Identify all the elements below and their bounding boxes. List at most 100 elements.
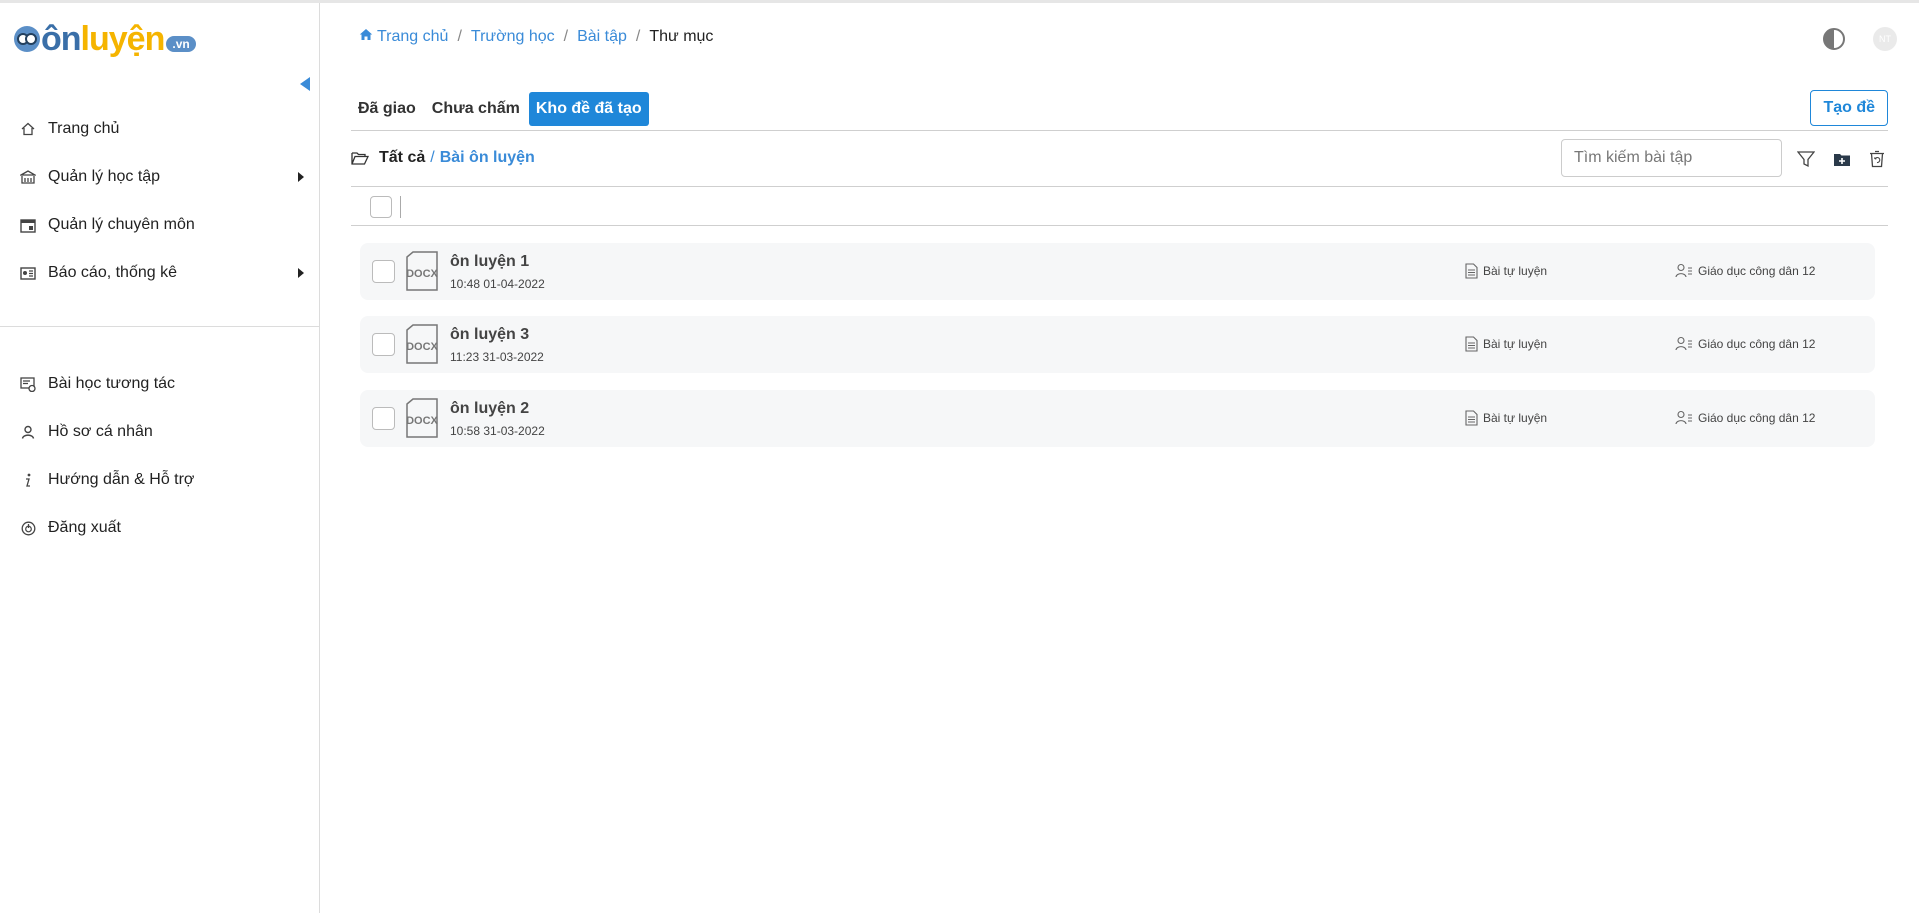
breadcrumb: Trang chủ / Trường học / Bài tập / Thư m… xyxy=(359,28,713,46)
exam-type-label: Bài tự luyện xyxy=(1483,411,1548,425)
folder-separator: / xyxy=(430,149,435,166)
folder-path: Tất cả / Bài ôn luyện xyxy=(351,149,535,167)
folder-current: Bài ôn luyện xyxy=(439,149,535,166)
docx-file-icon: DOCX xyxy=(405,251,439,291)
logo-text-on: ôn xyxy=(41,20,82,58)
document-icon xyxy=(1465,410,1478,426)
tabs-divider xyxy=(351,130,1888,131)
row-checkbox[interactable] xyxy=(372,260,395,283)
svg-text:DOCX: DOCX xyxy=(406,341,438,353)
sidebar-collapse-button[interactable] xyxy=(300,77,310,91)
sidebar-divider xyxy=(0,326,320,327)
create-exam-button[interactable]: Tạo đề xyxy=(1810,90,1888,126)
home-icon xyxy=(359,28,373,41)
sidebar-item-label: Báo cáo, thống kê xyxy=(48,264,177,281)
docx-file-icon: DOCX xyxy=(405,324,439,364)
logo-text-vn: .vn xyxy=(166,36,196,52)
exam-subject: Giáo dục công dân 12 xyxy=(1675,410,1815,425)
user-list-icon xyxy=(1675,336,1692,351)
svg-text:DOCX: DOCX xyxy=(406,415,438,427)
docx-file-icon: DOCX xyxy=(405,398,439,438)
caret-right-icon xyxy=(298,172,304,182)
folder-open-icon xyxy=(351,151,369,165)
user-list-icon xyxy=(1675,410,1692,425)
exam-subject-label: Giáo dục công dân 12 xyxy=(1698,410,1816,425)
breadcrumb-exercises[interactable]: Bài tập xyxy=(577,28,627,46)
row-checkbox[interactable] xyxy=(372,407,395,430)
list-header-divider xyxy=(351,225,1888,226)
list-item[interactable]: DOCX ôn luyện 2 10:58 31-03-2022 Bài tự … xyxy=(360,390,1875,447)
sidebar-nav-main: Trang chủ Quản lý học tập Quản lý chuyên… xyxy=(0,105,320,297)
power-icon xyxy=(20,520,36,536)
list-header-divider xyxy=(351,186,1888,187)
exam-type-label: Bài tự luyện xyxy=(1483,264,1548,278)
sidebar-item-professional-management[interactable]: Quản lý chuyên môn xyxy=(0,201,320,249)
filter-icon[interactable] xyxy=(1795,148,1817,170)
report-icon xyxy=(20,265,36,281)
home-icon xyxy=(20,121,36,137)
exam-timestamp: 10:48 01-04-2022 xyxy=(450,277,545,291)
new-folder-icon[interactable] xyxy=(1831,148,1853,170)
sidebar-item-interactive-lessons[interactable]: Bài học tương tác xyxy=(0,360,320,408)
exam-type: Bài tự luyện xyxy=(1465,263,1547,279)
sidebar-item-label: Trang chủ xyxy=(48,120,120,137)
sidebar-item-reports[interactable]: Báo cáo, thống kê xyxy=(0,249,320,297)
folder-all-link[interactable]: Tất cả xyxy=(379,149,425,167)
contrast-toggle-icon[interactable] xyxy=(1823,28,1845,50)
sidebar-item-logout[interactable]: Đăng xuất xyxy=(0,504,320,552)
school-icon xyxy=(20,169,36,185)
tab-assigned[interactable]: Đã giao xyxy=(351,92,423,126)
tab-bar: Đã giao Chưa chấm Kho đề đã tạo xyxy=(351,92,651,126)
search-input[interactable] xyxy=(1561,139,1782,177)
exam-type-label: Bài tự luyện xyxy=(1483,337,1548,351)
sidebar-item-home[interactable]: Trang chủ xyxy=(0,105,320,153)
tab-created-exams[interactable]: Kho đề đã tạo xyxy=(528,92,649,126)
svg-text:DOCX: DOCX xyxy=(406,268,438,280)
breadcrumb-separator: / xyxy=(457,28,462,45)
select-all-checkbox[interactable] xyxy=(370,196,392,218)
tab-ungraded[interactable]: Chưa chấm xyxy=(425,92,527,126)
exam-subject: Giáo dục công dân 12 xyxy=(1675,336,1815,351)
exam-type: Bài tự luyện xyxy=(1465,336,1547,352)
exam-subject-label: Giáo dục công dân 12 xyxy=(1698,263,1816,278)
sidebar-item-label: Hồ sơ cá nhân xyxy=(48,423,153,440)
list-item[interactable]: DOCX ôn luyện 1 10:48 01-04-2022 Bài tự … xyxy=(360,243,1875,300)
user-list-icon xyxy=(1675,263,1692,278)
sidebar-item-learning-management[interactable]: Quản lý học tập xyxy=(0,153,320,201)
sidebar-item-help[interactable]: Hướng dẫn & Hỗ trợ xyxy=(0,456,320,504)
calendar-icon xyxy=(20,217,36,233)
list-item[interactable]: DOCX ôn luyện 3 11:23 31-03-2022 Bài tự … xyxy=(360,316,1875,373)
sidebar-item-label: Bài học tương tác xyxy=(48,375,176,392)
exam-subject: Giáo dục công dân 12 xyxy=(1675,263,1815,278)
document-icon xyxy=(1465,336,1478,352)
breadcrumb-separator: / xyxy=(635,28,641,45)
exam-timestamp: 11:23 31-03-2022 xyxy=(450,350,544,364)
info-icon xyxy=(20,472,36,488)
breadcrumb-current: Thư mục xyxy=(649,28,714,45)
header-actions: NT xyxy=(1823,27,1897,51)
interactive-lesson-icon xyxy=(20,376,36,392)
logo[interactable]: ôn luyện .vn xyxy=(14,19,196,59)
exam-subject-label: Giáo dục công dân 12 xyxy=(1698,336,1816,351)
sidebar-nav-secondary: Bài học tương tác Hồ sơ cá nhân Hướng dẫ… xyxy=(0,360,320,552)
sidebar-item-label: Hướng dẫn & Hỗ trợ xyxy=(48,471,195,488)
exam-type: Bài tự luyện xyxy=(1465,410,1547,426)
breadcrumb-school[interactable]: Trường học xyxy=(471,28,555,46)
sidebar-item-profile[interactable]: Hồ sơ cá nhân xyxy=(0,408,320,456)
document-icon xyxy=(1465,263,1478,279)
breadcrumb-home[interactable]: Trang chủ xyxy=(359,28,448,46)
breadcrumb-separator: / xyxy=(563,28,569,45)
bulk-action-divider xyxy=(400,196,401,218)
caret-right-icon xyxy=(298,268,304,278)
sidebar-item-label: Đăng xuất xyxy=(48,519,121,536)
owl-logo-icon xyxy=(14,26,40,52)
recycle-bin-icon[interactable] xyxy=(1866,148,1888,170)
exam-name: ôn luyện 1 xyxy=(450,253,530,270)
avatar[interactable]: NT xyxy=(1873,27,1897,51)
breadcrumb-home-label: Trang chủ xyxy=(377,28,449,45)
sidebar-item-label: Quản lý chuyên môn xyxy=(48,216,195,233)
sidebar: ôn luyện .vn Trang chủ Quản lý học tập Q… xyxy=(0,3,320,913)
main-content: Trang chủ / Trường học / Bài tập / Thư m… xyxy=(321,3,1919,913)
row-checkbox[interactable] xyxy=(372,333,395,356)
exam-name: ôn luyện 2 xyxy=(450,400,530,417)
